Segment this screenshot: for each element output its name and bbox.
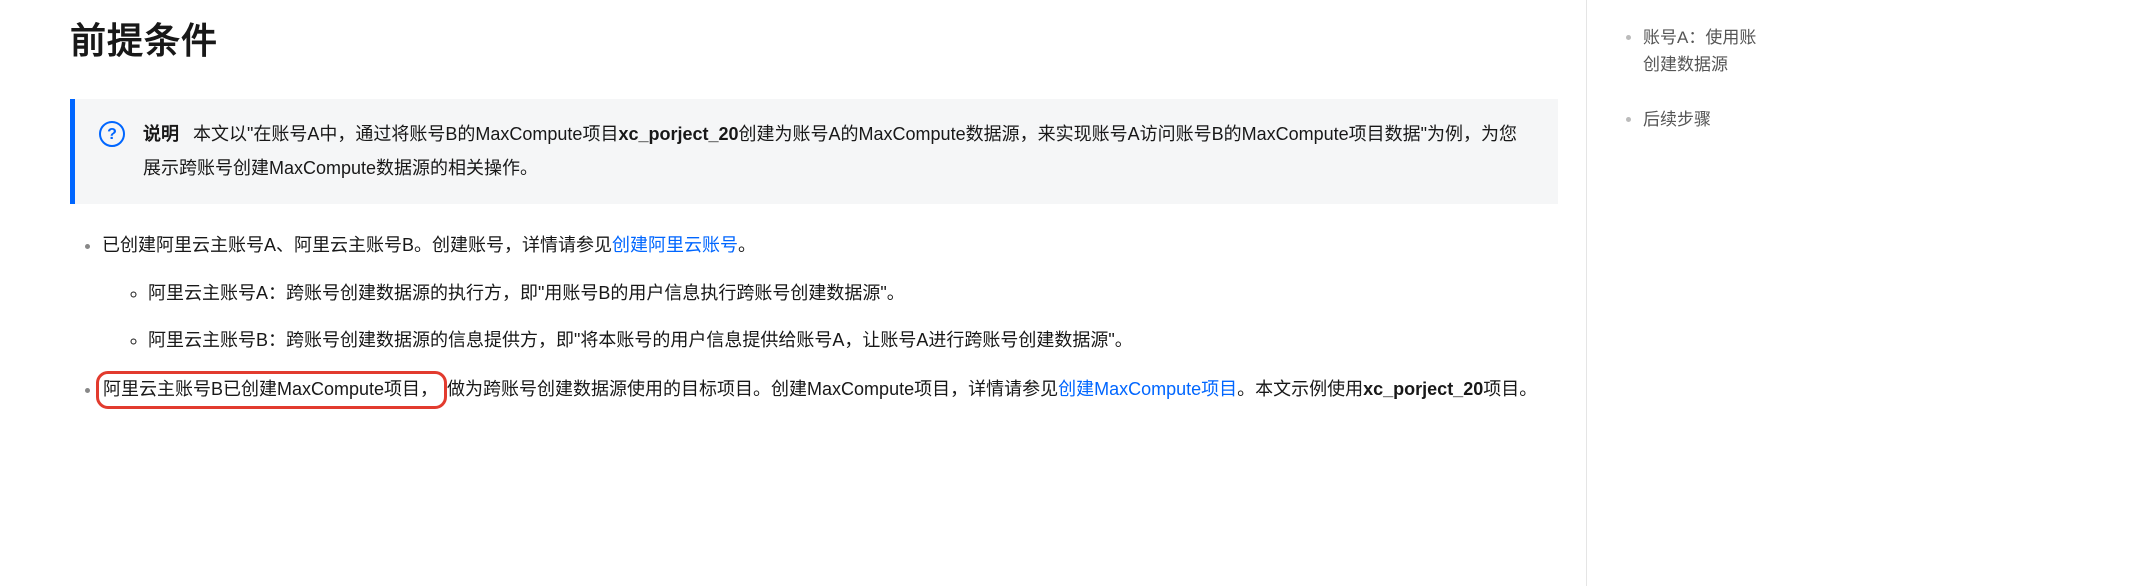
note-label: 说明 xyxy=(143,124,179,144)
item2-bold: xc_porject_20 xyxy=(1363,379,1483,399)
highlight-box: 阿里云主账号B已创建MaxCompute项目， xyxy=(96,371,447,409)
item2-text1: 做为跨账号创建数据源使用的目标项目。创建MaxCompute项目，详情请参见 xyxy=(447,379,1058,399)
list-item: 阿里云主账号B已创建MaxCompute项目，做为跨账号创建数据源使用的目标项目… xyxy=(102,371,1558,409)
prereq-list: 已创建阿里云主账号A、阿里云主账号B。创建账号，详情请参见创建阿里云账号。 阿里… xyxy=(70,230,1558,409)
toc-list: 账号A：使用账 创建数据源 后续步骤 xyxy=(1623,24,2154,134)
note-body-1: 本文以"在账号A中，通过将账号B的MaxCompute项目 xyxy=(193,124,618,144)
note-bold: xc_porject_20 xyxy=(618,124,738,144)
item1-text: 已创建阿里云主账号A、阿里云主账号B。创建账号，详情请参见 xyxy=(102,235,612,255)
info-icon: ? xyxy=(99,121,125,147)
toc-item[interactable]: 账号A：使用账 创建数据源 xyxy=(1643,24,2154,78)
list-item: 已创建阿里云主账号A、阿里云主账号B。创建账号，详情请参见创建阿里云账号。 阿里… xyxy=(102,230,1558,356)
toc-item[interactable]: 后续步骤 xyxy=(1643,106,2154,133)
section-heading: 前提条件 xyxy=(70,10,1558,71)
item2-text2: 。本文示例使用 xyxy=(1237,379,1363,399)
item2-text3: 项目。 xyxy=(1483,379,1537,399)
note-callout: ? 说明本文以"在账号A中，通过将账号B的MaxCompute项目xc_porj… xyxy=(70,99,1558,203)
link-create-account[interactable]: 创建阿里云账号 xyxy=(612,235,738,255)
link-create-maxcompute[interactable]: 创建MaxCompute项目 xyxy=(1058,379,1237,399)
article-body: 前提条件 ? 说明本文以"在账号A中，通过将账号B的MaxCompute项目xc… xyxy=(0,0,1586,441)
sub-list: 阿里云主账号A：跨账号创建数据源的执行方，即"用账号B的用户信息执行跨账号创建数… xyxy=(102,278,1558,355)
toc-sidebar: 账号A：使用账 创建数据源 后续步骤 xyxy=(1586,0,2154,586)
item1-tail: 。 xyxy=(738,235,756,255)
toc-item-line2: 创建数据源 xyxy=(1643,55,1728,74)
list-item: 阿里云主账号B：跨账号创建数据源的信息提供方，即"将本账号的用户信息提供给账号A… xyxy=(148,325,1558,356)
note-text: 说明本文以"在账号A中，通过将账号B的MaxCompute项目xc_porjec… xyxy=(143,117,1534,185)
toc-item-line1: 账号A：使用账 xyxy=(1643,28,1756,47)
list-item: 阿里云主账号A：跨账号创建数据源的执行方，即"用账号B的用户信息执行跨账号创建数… xyxy=(148,278,1558,309)
